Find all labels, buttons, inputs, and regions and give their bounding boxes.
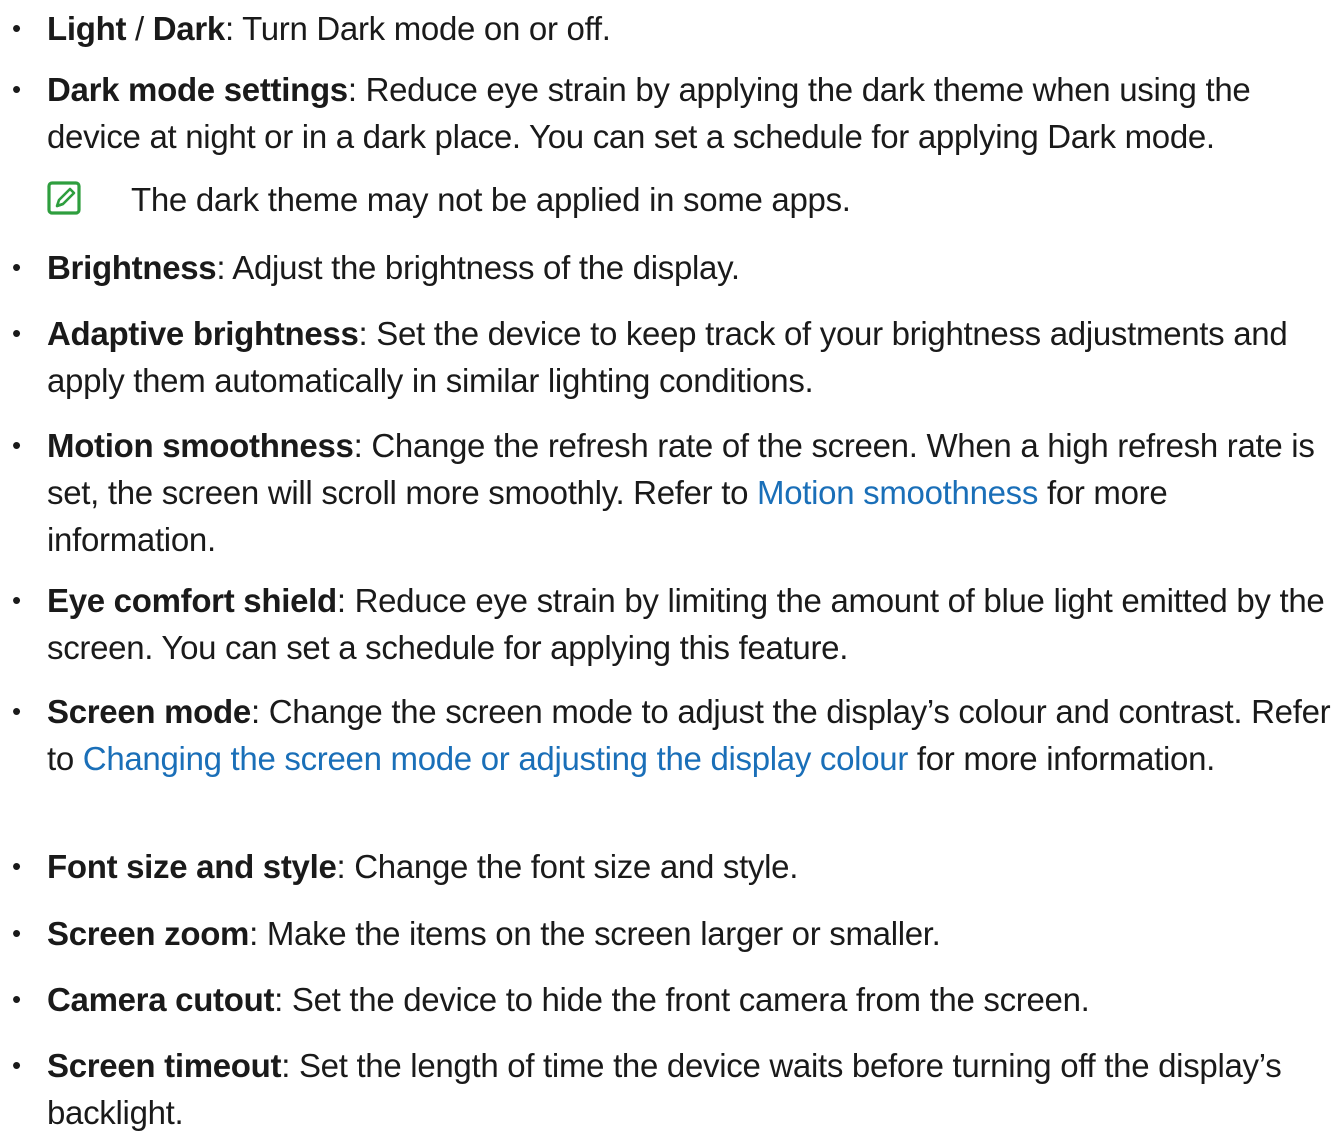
bullet: • <box>12 984 21 1014</box>
settings-description-list: • Light / Dark: Turn Dark mode on or off… <box>0 0 1344 1131</box>
description: : Adjust the brightness of the display. <box>216 249 740 286</box>
term: Screen zoom <box>47 915 250 952</box>
list-item-text: Screen timeout: Set the length of time t… <box>47 1042 1342 1136</box>
bullet: • <box>12 252 21 282</box>
term: Dark mode settings <box>47 71 348 108</box>
description-tail: for more information. <box>908 740 1216 777</box>
list-item-text: Brightness: Adjust the brightness of the… <box>47 244 1342 291</box>
note-callout: The dark theme may not be applied in som… <box>47 176 1247 223</box>
description: : Turn Dark mode on or off. <box>224 10 611 47</box>
term: Camera cutout <box>47 981 275 1018</box>
separator: / <box>126 10 153 47</box>
description: : Make the items on the screen larger or… <box>249 915 941 952</box>
list-item-text: Screen mode: Change the screen mode to a… <box>47 688 1342 782</box>
term: Adaptive brightness <box>47 315 359 352</box>
bullet: • <box>12 851 21 881</box>
screen-mode-link[interactable]: Changing the screen mode or adjusting th… <box>83 740 909 777</box>
list-item-text: Motion smoothness: Change the refresh ra… <box>47 422 1342 563</box>
term: Brightness <box>47 249 217 286</box>
term: Screen mode <box>47 693 251 730</box>
list-item-text: Light / Dark: Turn Dark mode on or off. <box>47 5 1342 52</box>
bullet: • <box>12 918 21 948</box>
bullet: • <box>12 430 21 460</box>
term: Screen timeout <box>47 1047 282 1084</box>
bullet: • <box>12 585 21 615</box>
list-item-text: Font size and style: Change the font siz… <box>47 843 1342 890</box>
term-dark: Dark <box>152 10 225 47</box>
term: Eye comfort shield <box>47 582 337 619</box>
bullet: • <box>12 696 21 726</box>
bullet: • <box>12 13 21 43</box>
motion-smoothness-link[interactable]: Motion smoothness <box>757 474 1038 511</box>
description: : Set the device to hide the front camer… <box>274 981 1090 1018</box>
bullet: • <box>12 74 21 104</box>
term: Motion smoothness <box>47 427 354 464</box>
note-pencil-icon <box>47 181 81 215</box>
list-item-text: Screen zoom: Make the items on the scree… <box>47 910 1342 957</box>
bullet: • <box>12 318 21 348</box>
term-light: Light <box>47 10 127 47</box>
list-item-text: Camera cutout: Set the device to hide th… <box>47 976 1342 1023</box>
list-item-text: Dark mode settings: Reduce eye strain by… <box>47 66 1342 160</box>
list-item-text: Eye comfort shield: Reduce eye strain by… <box>47 577 1342 671</box>
list-item-text: Adaptive brightness: Set the device to k… <box>47 310 1342 404</box>
description: : Change the font size and style. <box>336 848 799 885</box>
bullet: • <box>12 1050 21 1080</box>
term: Font size and style <box>47 848 337 885</box>
note-text: The dark theme may not be applied in som… <box>131 181 851 218</box>
